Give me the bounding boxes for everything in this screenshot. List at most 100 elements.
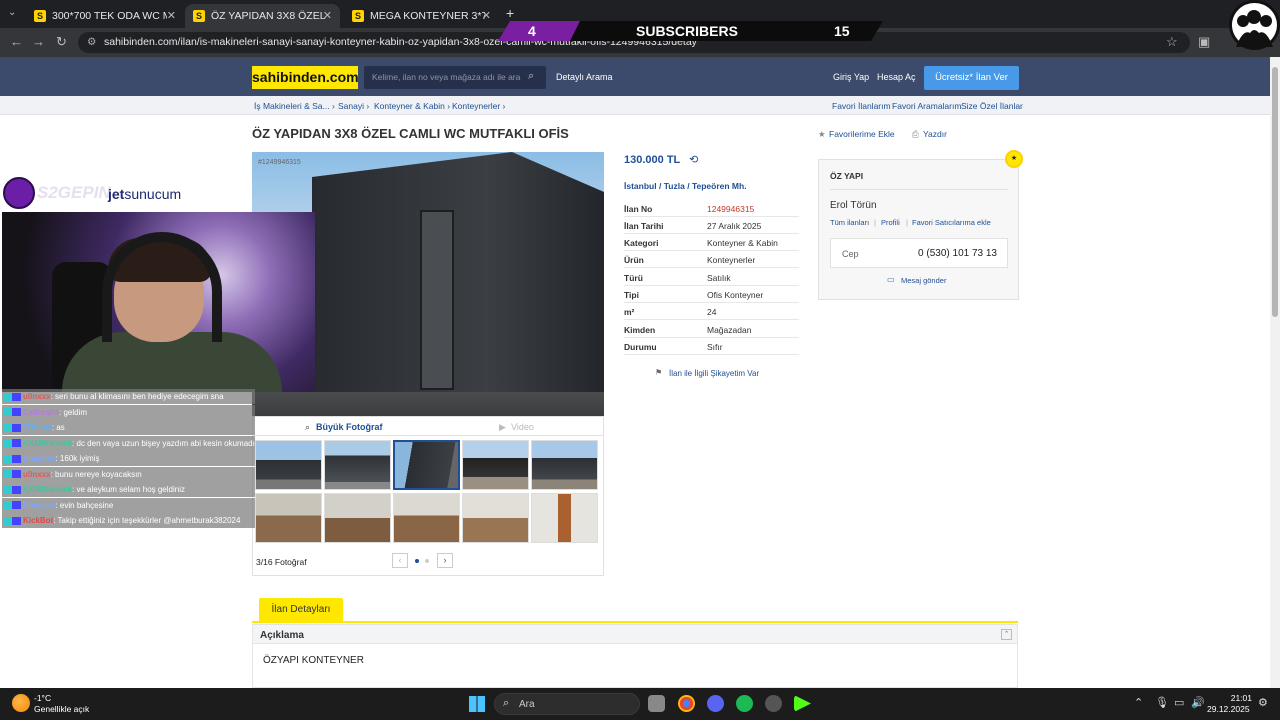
next-page-button[interactable]: ›	[437, 553, 453, 568]
search-icon[interactable]: ⌕	[528, 70, 534, 83]
close-icon[interactable]: ✕	[167, 9, 176, 22]
breadcrumb-item[interactable]: Konteyner & Kabin ›	[374, 101, 450, 111]
pager-dot[interactable]	[425, 559, 429, 563]
sponsor-banner: S2GEPIN jetsunucum	[0, 175, 230, 213]
task-view-icon[interactable]	[648, 695, 665, 712]
special-listings-link[interactable]: Size Özel İlanlar	[961, 101, 1023, 111]
browser-tab-1[interactable]: S 300*700 TEK ODA WC MUTFAK ✕	[26, 4, 184, 28]
thumbnail[interactable]	[531, 440, 598, 490]
chat-text: : geldim	[59, 407, 88, 417]
big-photo-link[interactable]: Büyük Fotoğraf	[316, 422, 383, 432]
breadcrumb-item[interactable]: İş Makineleri & Sa... ›	[254, 101, 335, 111]
breadcrumb-item[interactable]: Sanayi ›	[338, 101, 369, 111]
detailed-search-link[interactable]: Detaylı Arama	[556, 72, 613, 82]
free-ad-button[interactable]: Ücretsiz* İlan Ver	[924, 66, 1019, 90]
page-scrollbar[interactable]	[1270, 57, 1280, 688]
search-input[interactable]: Kelime, ilan no veya mağaza adı ile ara …	[364, 66, 546, 89]
profile-link[interactable]: Profili	[881, 218, 900, 227]
discord-icon[interactable]	[707, 695, 724, 712]
add-favorite-seller-link[interactable]: Favori Satıcılarıma ekle	[912, 218, 991, 227]
store-name[interactable]: ÖZ YAPI	[830, 171, 863, 181]
location-district[interactable]: Tuzla	[664, 181, 685, 191]
forward-arrow-icon[interactable]: →	[32, 34, 45, 49]
close-icon[interactable]: ✕	[323, 9, 332, 22]
bookmark-star-icon[interactable]: ☆	[1166, 34, 1178, 50]
all-listings-link[interactable]: Tüm ilanları	[830, 218, 869, 227]
print-link[interactable]: Yazdır	[923, 129, 947, 139]
clock-date[interactable]: 29.12.2025	[1207, 704, 1250, 714]
thumbnail[interactable]	[324, 493, 391, 543]
chat-username[interactable]: Enesyse	[23, 454, 55, 463]
thumbnail[interactable]	[255, 440, 322, 490]
register-link[interactable]: Hesap Aç	[877, 72, 916, 82]
star-icon[interactable]: ★	[818, 129, 826, 140]
tab-listing-details[interactable]: İlan Detayları	[259, 598, 343, 622]
chat-username[interactable]: TRflexs	[23, 423, 52, 432]
chat-badge-icon	[3, 392, 21, 401]
scrollbar-thumb[interactable]	[1272, 67, 1278, 317]
new-tab-button[interactable]: +	[506, 5, 514, 21]
temperature[interactable]: -1°C	[34, 693, 51, 703]
extensions-icon[interactable]: ▣	[1198, 34, 1210, 50]
chat-badge-icon	[3, 423, 21, 432]
back-arrow-icon[interactable]: ←	[10, 34, 23, 49]
chat-username[interactable]: u0nxxx	[23, 470, 51, 479]
printer-icon[interactable]: ⎙	[912, 129, 919, 140]
chevron-up-icon[interactable]: ⌃	[1134, 696, 1143, 709]
tab-search-icon[interactable]: ⌄	[8, 7, 20, 19]
thumbnail[interactable]	[324, 440, 391, 490]
spotify-icon[interactable]	[736, 695, 753, 712]
previous-page-button[interactable]: ‹	[392, 553, 408, 568]
location-neighborhood[interactable]: Tepeören Mh.	[692, 181, 747, 191]
site-logo[interactable]: sahibinden.com	[252, 66, 359, 89]
chat-username[interactable]: Cx0rxq04	[23, 408, 59, 417]
site-info-icon[interactable]: ⚙	[87, 32, 96, 53]
add-favorite-link[interactable]: Favorilerime Ekle	[829, 129, 895, 139]
pager-dot-active[interactable]	[415, 559, 419, 563]
send-message-link[interactable]: Mesaj gönder	[901, 276, 946, 285]
app-icon[interactable]	[765, 695, 782, 712]
site-header: sahibinden.com Kelime, ilan no veya mağa…	[0, 57, 1270, 96]
location-city[interactable]: İstanbul	[624, 181, 657, 191]
chat-username[interactable]: KickBot	[23, 516, 53, 525]
weather-text[interactable]: Genellikle açık	[34, 704, 89, 714]
thumbnail[interactable]	[462, 440, 529, 490]
windows-start-icon[interactable]	[469, 696, 485, 712]
notification-icon[interactable]: ⚙	[1258, 696, 1268, 709]
login-link[interactable]: Giriş Yap	[833, 72, 869, 82]
network-icon[interactable]: ▭	[1174, 696, 1184, 709]
browser-tab-2[interactable]: S ÖZ YAPIDAN 3X8 ÖZEL CAMLI W ✕	[185, 4, 340, 28]
favorite-listings-link[interactable]: Favori İlanlarım	[832, 101, 891, 111]
chat-username[interactable]: KKMWarlock	[23, 439, 72, 448]
close-icon[interactable]: ✕	[482, 9, 491, 22]
clock-time[interactable]: 21:01	[1228, 693, 1252, 703]
reload-icon[interactable]: ↻	[56, 34, 67, 50]
sponsor-name-1: S2GEPIN	[37, 183, 111, 202]
thumbnail-selected[interactable]	[393, 440, 460, 490]
separator: |	[906, 218, 908, 227]
favorite-searches-link[interactable]: Favori Aramalarım	[892, 101, 961, 111]
complaint-link[interactable]: İlan ile İlgili Şikayetim Var	[669, 369, 759, 378]
thumbnail[interactable]	[462, 493, 529, 543]
chat-text: : evin bahçesine	[55, 500, 114, 510]
chat-username[interactable]: Enesyse	[23, 501, 55, 510]
chat-username[interactable]: KKMWarlock	[23, 485, 72, 494]
thumbnail[interactable]	[255, 493, 322, 543]
chrome-icon[interactable]	[678, 695, 695, 712]
taskbar-search[interactable]: ⌕ Ara	[494, 693, 640, 715]
volume-icon[interactable]: 🔊	[1191, 696, 1205, 709]
chat-badge-icon	[3, 439, 21, 448]
tab-title: MEGA KONTEYNER 3*7 TEK OD	[370, 10, 485, 22]
price-history-icon[interactable]: ⟲	[689, 154, 698, 166]
chat-username[interactable]: u0nxxx	[23, 392, 51, 401]
thumbnail[interactable]	[393, 493, 460, 543]
phone-number[interactable]: 0 (530) 101 73 13	[918, 248, 997, 259]
weather-icon[interactable]	[12, 694, 30, 712]
photo-footer: ⌕ Büyük Fotoğraf ▶ Video	[252, 416, 604, 436]
microphone-icon[interactable]: 🎙	[1155, 696, 1169, 709]
kick-icon[interactable]	[794, 695, 811, 712]
breadcrumb-item[interactable]: Konteynerler ›	[452, 101, 505, 111]
browser-tab-3[interactable]: S MEGA KONTEYNER 3*7 TEK OD ✕	[344, 4, 499, 28]
collapse-icon[interactable]: ⌃	[1001, 629, 1012, 640]
thumbnail[interactable]	[531, 493, 598, 543]
